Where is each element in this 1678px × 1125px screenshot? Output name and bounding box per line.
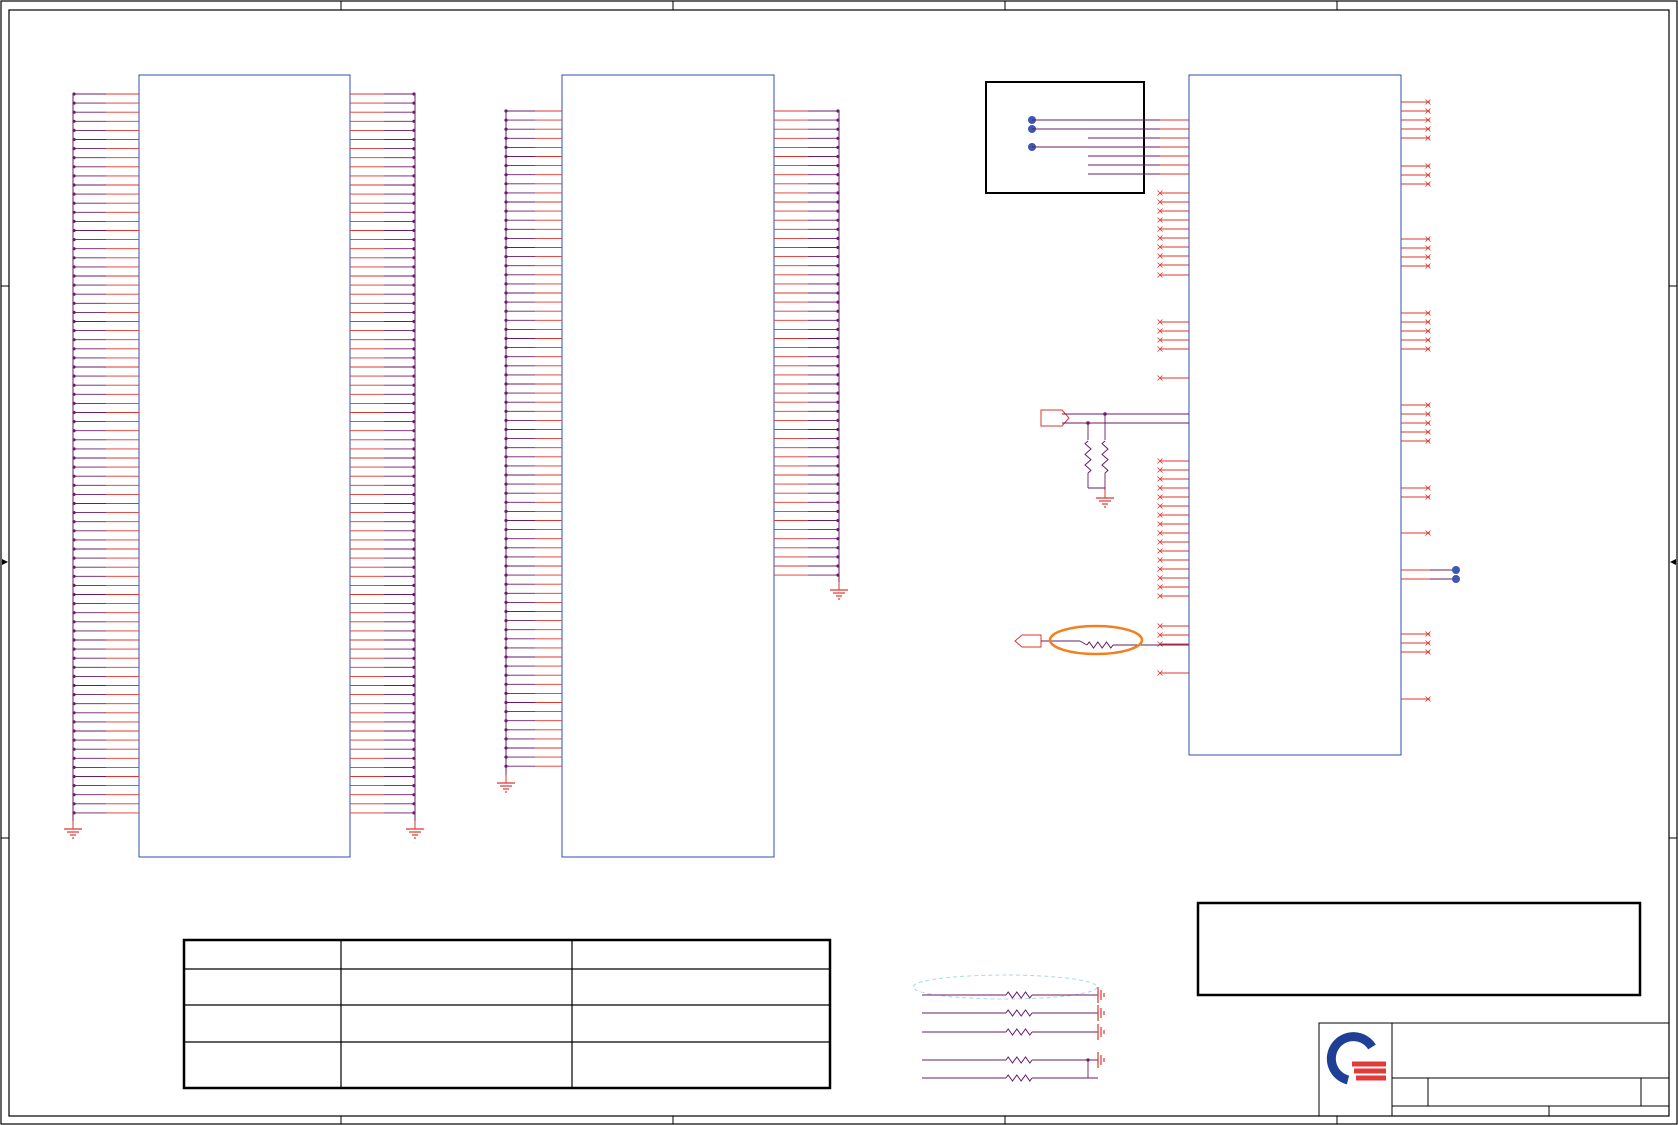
resistor-icon bbox=[1005, 1074, 1033, 1082]
ground-symbol-icon bbox=[64, 821, 82, 839]
ground-symbol-icon bbox=[1096, 490, 1114, 508]
zone-arrow-icon bbox=[1670, 559, 1676, 565]
ground-symbol-icon bbox=[830, 582, 848, 600]
resistor-icon bbox=[1005, 1056, 1033, 1064]
connector-arrow-icon bbox=[1040, 409, 1070, 427]
connector-left bbox=[64, 74, 424, 858]
table-frame bbox=[182, 938, 832, 1090]
logo-stripe bbox=[1352, 1061, 1386, 1067]
component-outline bbox=[1188, 74, 1402, 756]
junction-dot bbox=[1086, 1058, 1090, 1062]
company-logo-icon bbox=[1326, 1032, 1386, 1085]
junction-dot bbox=[1452, 566, 1460, 574]
misc-circuitry bbox=[912, 81, 1189, 1082]
logo-stripe bbox=[1354, 1068, 1386, 1074]
resistor-icon bbox=[1005, 991, 1033, 999]
ic-right bbox=[1157, 74, 1460, 756]
connector-middle bbox=[497, 74, 848, 858]
resistor-icon bbox=[1005, 1028, 1033, 1036]
option-box bbox=[985, 81, 1145, 194]
zone-arrow-icon bbox=[2, 559, 8, 565]
net-wire bbox=[1079, 640, 1088, 646]
highlight-ellipse bbox=[1048, 624, 1144, 656]
title-block bbox=[1318, 1022, 1670, 1117]
notes-frame bbox=[1196, 901, 1642, 997]
connector-arrow-icon bbox=[1014, 634, 1042, 648]
schematic-sheet bbox=[0, 0, 1678, 1125]
component-outline bbox=[138, 74, 351, 858]
junction-dot bbox=[1452, 575, 1460, 583]
resistor-icon bbox=[1084, 440, 1092, 474]
notes-box bbox=[1196, 901, 1642, 997]
ground-symbol-icon bbox=[406, 821, 424, 839]
component-outline bbox=[561, 74, 775, 858]
resistor-icon bbox=[1101, 440, 1109, 474]
logo-stripe bbox=[1356, 1075, 1386, 1081]
info-table bbox=[182, 938, 832, 1090]
resistor-icon bbox=[1005, 1009, 1033, 1017]
ground-symbol-icon bbox=[497, 775, 515, 793]
resistor-icon bbox=[1086, 641, 1114, 649]
